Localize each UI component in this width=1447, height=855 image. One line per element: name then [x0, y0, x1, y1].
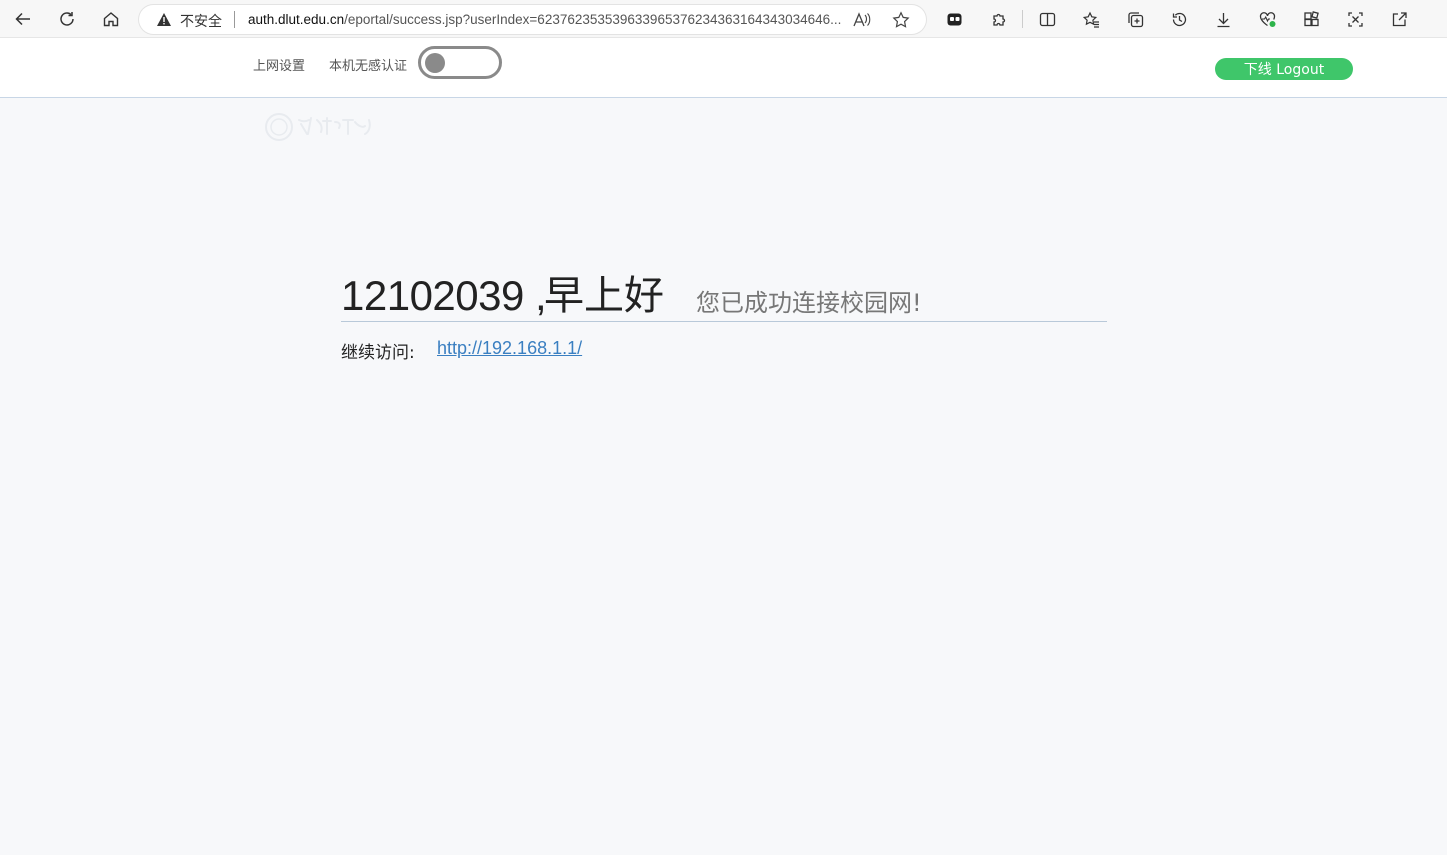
refresh-button[interactable]: [52, 4, 82, 34]
split-screen-button[interactable]: [1033, 5, 1061, 33]
favorites-button[interactable]: [1077, 5, 1105, 33]
greeting-row: 12102039 , 早上好 您已成功连接校园网!: [341, 272, 1107, 322]
split-screen-icon: [1039, 12, 1055, 26]
downloads-button[interactable]: [1209, 5, 1237, 33]
url-host: auth.dlut.edu.cn: [248, 12, 345, 27]
warning-icon: [157, 13, 171, 26]
apps-button[interactable]: [1297, 5, 1325, 33]
continue-label: 继续访问:: [341, 343, 415, 363]
extensions-button[interactable]: [984, 5, 1012, 33]
extension-button[interactable]: [940, 5, 968, 33]
refresh-icon: [60, 12, 74, 26]
apps-icon: [1303, 10, 1319, 26]
noauth-label: 本机无感认证: [329, 59, 408, 74]
share-button[interactable]: [1385, 5, 1413, 33]
continue-link[interactable]: http://192.168.1.1/: [437, 338, 582, 359]
toggle-knob: [425, 53, 445, 73]
screenshot-icon: [1347, 11, 1363, 27]
collections-icon: [1127, 11, 1143, 27]
performance-button[interactable]: [1253, 5, 1281, 33]
insecure-label[interactable]: 不安全: [180, 11, 222, 31]
puzzle-icon: [992, 13, 1005, 26]
read-aloud-button[interactable]: [852, 10, 872, 30]
logout-button[interactable]: 下线 Logout: [1215, 58, 1353, 80]
heart-pulse-icon: [1259, 11, 1275, 27]
favorites-icon: [1082, 11, 1099, 28]
url-path: /eportal/success.jsp?userIndex=623762353…: [344, 12, 842, 27]
arrow-left-icon: [15, 12, 30, 26]
screenshot-button[interactable]: [1341, 5, 1369, 33]
user-id: 12102039: [341, 272, 524, 319]
university-logo: [265, 113, 371, 141]
collections-button[interactable]: [1121, 5, 1149, 33]
history-icon: [1172, 12, 1186, 26]
read-aloud-icon: [853, 12, 871, 27]
extension-app-icon: [947, 13, 961, 25]
url-text[interactable]: auth.dlut.edu.cn/eportal/success.jsp?use…: [248, 12, 844, 27]
star-icon: [892, 11, 910, 28]
greeting-text: 早上好: [544, 273, 664, 319]
address-bar[interactable]: 不安全 auth.dlut.edu.cn/eportal/success.jsp…: [139, 5, 926, 34]
history-button[interactable]: [1165, 5, 1193, 33]
home-icon: [103, 12, 119, 27]
address-divider: [234, 11, 235, 28]
share-icon: [1392, 11, 1407, 26]
success-message: 您已成功连接校园网!: [696, 289, 922, 317]
home-button[interactable]: [96, 4, 126, 34]
toolbar-divider: [1022, 10, 1023, 28]
download-icon: [1217, 12, 1229, 27]
page-header: 上网设置 本机无感认证 下线 Logout: [0, 38, 1447, 98]
net-settings-link[interactable]: 上网设置: [253, 55, 305, 74]
favorite-button[interactable]: [891, 10, 911, 30]
noauth-toggle[interactable]: [418, 46, 502, 79]
browser-toolbar: 不安全 auth.dlut.edu.cn/eportal/success.jsp…: [0, 0, 1447, 38]
back-button[interactable]: [8, 4, 38, 34]
